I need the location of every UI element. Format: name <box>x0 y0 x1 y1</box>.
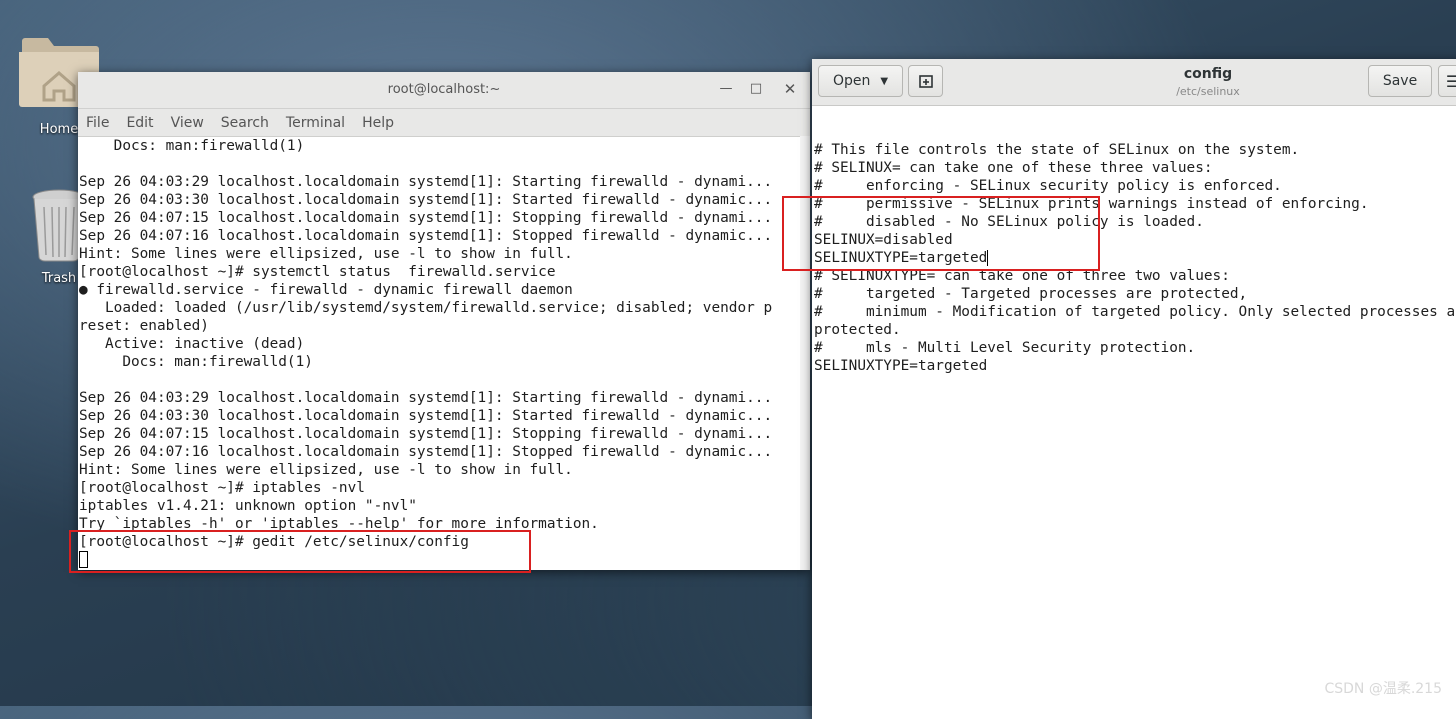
terminal-titlebar[interactable]: root@localhost:~ — □ ✕ <box>78 72 810 109</box>
open-button[interactable]: Open ▼ <box>818 65 903 97</box>
menu-edit[interactable]: Edit <box>126 115 153 131</box>
menu-help[interactable]: Help <box>362 115 394 131</box>
terminal-line: Sep 26 04:07:16 localhost.localdomain sy… <box>79 228 773 244</box>
editor-line: # SELINUXTYPE= can take one of three two… <box>814 268 1230 284</box>
menu-view[interactable]: View <box>171 115 204 131</box>
terminal-cursor-line <box>79 551 800 569</box>
save-button[interactable]: Save <box>1368 65 1432 97</box>
document-title: config <box>1183 66 1233 82</box>
close-icon[interactable]: ✕ <box>782 81 798 97</box>
terminal-line: Docs: man:firewalld(1) <box>79 138 305 154</box>
new-document-button[interactable] <box>908 65 943 97</box>
terminal-output[interactable]: Docs: man:firewalld(1) Sep 26 04:03:29 l… <box>78 136 800 570</box>
terminal-title: root@localhost:~ <box>387 82 501 97</box>
open-button-label: Open <box>832 73 871 89</box>
terminal-line: Loaded: loaded (/usr/lib/systemd/system/… <box>79 300 773 316</box>
editor-line: SELINUXTYPE=targeted <box>814 250 988 266</box>
hamburger-menu-icon[interactable]: ☰ <box>1438 65 1456 97</box>
menu-file[interactable]: File <box>86 115 109 131</box>
editor-line: # This file controls the state of SELinu… <box>814 142 1300 158</box>
terminal-line: ● firewalld.service - firewalld - dynami… <box>79 282 573 298</box>
gedit-window[interactable]: Open ▼ config /etc/selinux Save ☰ # This… <box>812 59 1456 719</box>
editor-line: # SELINUX= can take one of these three v… <box>814 160 1213 176</box>
minimize-icon[interactable]: — <box>718 81 734 97</box>
menu-search[interactable]: Search <box>221 115 269 131</box>
terminal-line: reset: enabled) <box>79 318 209 334</box>
terminal-line: [root@localhost ~]# gedit /etc/selinux/c… <box>79 534 469 550</box>
terminal-line: Hint: Some lines were ellipsized, use -l… <box>79 462 573 478</box>
terminal-line: Sep 26 04:07:15 localhost.localdomain sy… <box>79 426 773 442</box>
editor-line: # enforcing - SELinux security policy is… <box>814 178 1282 194</box>
terminal-line: Hint: Some lines were ellipsized, use -l… <box>79 246 573 262</box>
editor-line-with-caret: SELINUXTYPE=targeted <box>814 249 1456 267</box>
document-path: /etc/selinux <box>1176 85 1240 98</box>
editor-line: # disabled - No SELinux policy is loaded… <box>814 214 1204 230</box>
terminal-line: [root@localhost ~]# iptables -nvl <box>79 480 365 496</box>
new-tab-icon <box>918 75 933 88</box>
text-editor[interactable]: # This file controls the state of SELinu… <box>812 123 1456 719</box>
menu-terminal[interactable]: Terminal <box>286 115 345 131</box>
gedit-headerbar: Open ▼ config /etc/selinux Save ☰ <box>812 59 1456 106</box>
terminal-line: Try `iptables -h' or 'iptables --help' f… <box>79 516 599 532</box>
terminal-line: Sep 26 04:03:29 localhost.localdomain sy… <box>79 174 773 190</box>
terminal-line: Docs: man:firewalld(1) <box>79 354 313 370</box>
editor-line: # mls - Multi Level Security protection. <box>814 340 1196 356</box>
terminal-menubar: File Edit View Search Terminal Help <box>78 109 810 137</box>
terminal-cursor <box>79 551 88 568</box>
text-caret <box>987 250 989 266</box>
terminal-window[interactable]: root@localhost:~ — □ ✕ File Edit View Se… <box>78 72 810 570</box>
terminal-line: Sep 26 04:03:30 localhost.localdomain sy… <box>79 192 773 208</box>
editor-line: SELINUX=disabled <box>814 232 953 248</box>
editor-line: protected. <box>814 322 901 338</box>
watermark: CSDN @温柔.215 <box>1324 681 1442 697</box>
terminal-line: [root@localhost ~]# systemctl status fir… <box>79 264 556 280</box>
editor-line: # minimum - Modification of targeted pol… <box>814 304 1456 320</box>
terminal-line: Active: inactive (dead) <box>79 336 305 352</box>
terminal-line: Sep 26 04:07:16 localhost.localdomain sy… <box>79 444 773 460</box>
terminal-line: iptables v1.4.21: unknown option "-nvl" <box>79 498 417 514</box>
terminal-line: Sep 26 04:03:30 localhost.localdomain sy… <box>79 408 773 424</box>
terminal-line: Sep 26 04:03:29 localhost.localdomain sy… <box>79 390 773 406</box>
terminal-scrollbar[interactable] <box>800 136 810 570</box>
maximize-icon[interactable]: □ <box>748 81 764 97</box>
terminal-line: Sep 26 04:07:15 localhost.localdomain sy… <box>79 210 773 226</box>
editor-line: SELINUXTYPE=targeted <box>814 358 988 374</box>
editor-line: # permissive - SELinux prints warnings i… <box>814 196 1369 212</box>
chevron-down-icon: ▼ <box>880 75 889 87</box>
editor-line: # targeted - Targeted processes are prot… <box>814 286 1248 302</box>
